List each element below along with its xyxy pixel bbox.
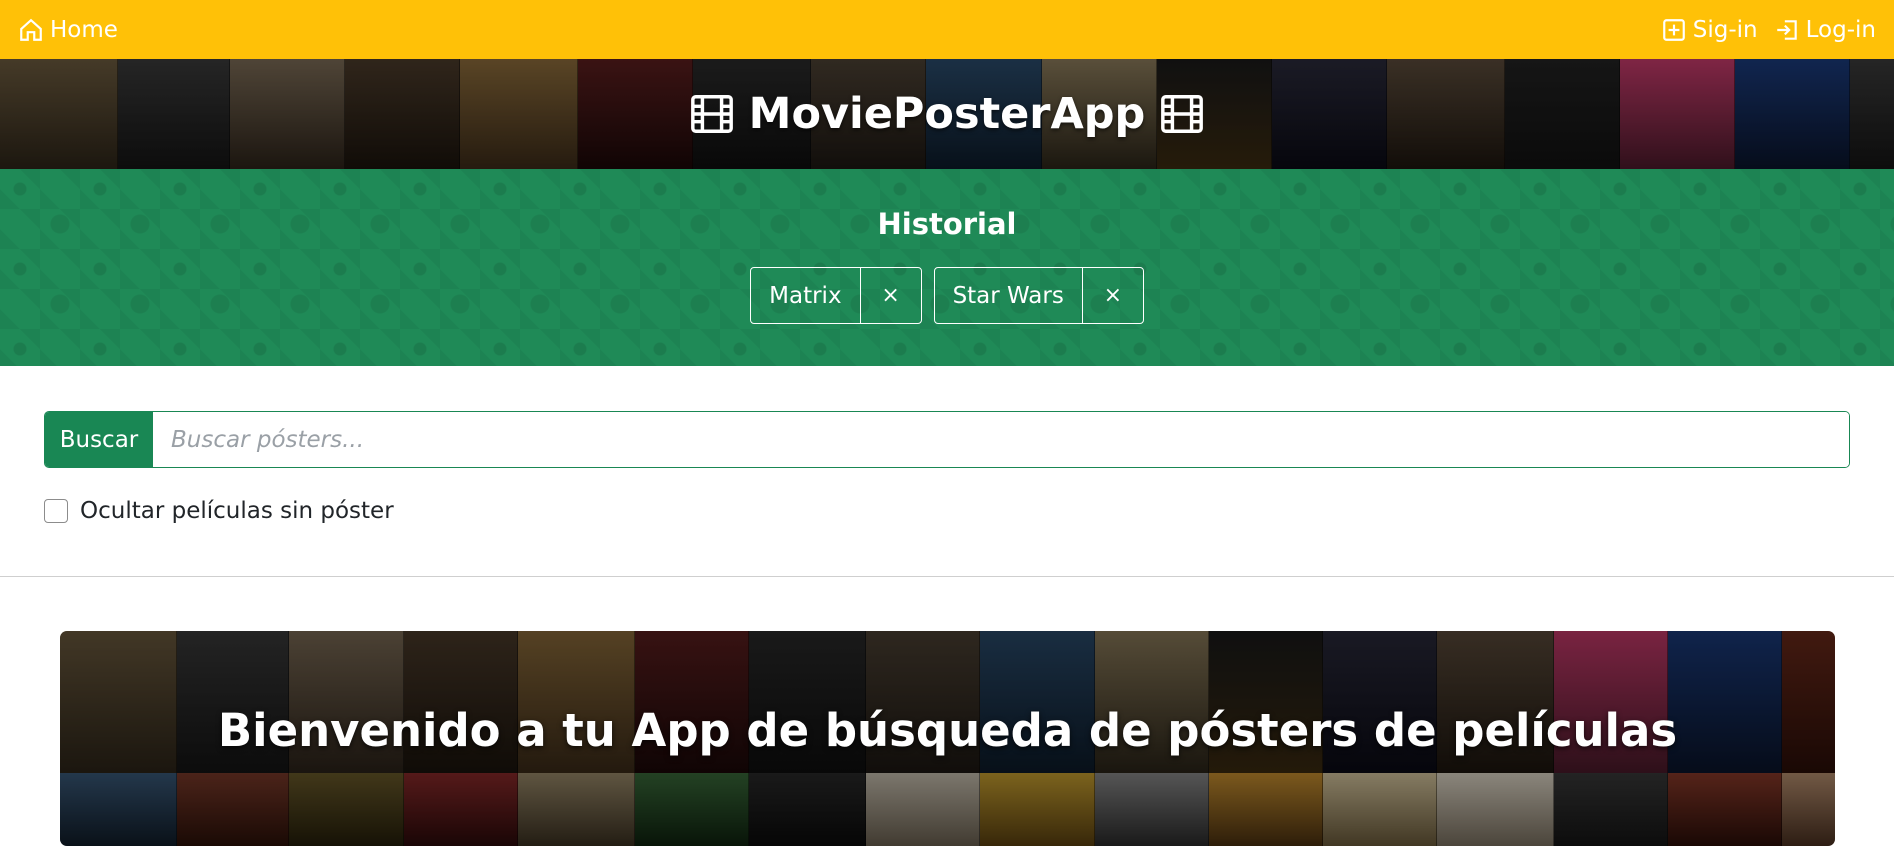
film-icon [1161,95,1204,133]
app-name: MoviePosterApp [748,89,1146,139]
top-navbar: Home Sig-in Log-in [0,0,1894,59]
history-title: Historial [877,207,1017,241]
box-arrow-in-icon [1776,19,1797,40]
remove-history-button[interactable]: × [1083,268,1143,323]
search-button[interactable]: Buscar [45,412,153,467]
history-chips: Matrix × Star Wars × [0,267,1894,324]
home-link[interactable]: Home [18,17,118,43]
home-link-label: Home [50,16,118,43]
history-chip: Star Wars × [933,267,1144,324]
house-icon [20,18,42,41]
login-link-label: Log-in [1805,16,1876,43]
hide-no-poster-label[interactable]: Ocultar películas sin póster [80,498,394,524]
search-input[interactable] [153,412,1849,467]
signin-link[interactable]: Sig-in [1661,17,1758,43]
remove-history-button[interactable]: × [861,268,921,323]
section-divider [0,576,1894,577]
welcome-title: Bienvenido a tu App de búsqueda de póste… [217,704,1678,757]
film-icon [690,95,733,133]
history-section: Historial Matrix × Star Wars × [0,169,1894,366]
nav-right-group: Sig-in Log-in [1661,17,1876,43]
login-link[interactable]: Log-in [1774,17,1876,43]
hide-no-poster-filter: Ocultar películas sin póster [44,498,394,524]
history-chip: Matrix × [750,267,922,324]
hide-no-poster-checkbox[interactable] [44,499,68,523]
signin-link-label: Sig-in [1692,16,1758,43]
welcome-banner: Bienvenido a tu App de búsqueda de póste… [60,631,1835,846]
brand-title: MoviePosterApp [0,59,1894,169]
plus-square-icon [1662,18,1685,41]
history-chip-label[interactable]: Matrix [751,268,861,323]
search-group: Buscar [44,411,1850,468]
history-chip-label[interactable]: Star Wars [935,268,1083,323]
